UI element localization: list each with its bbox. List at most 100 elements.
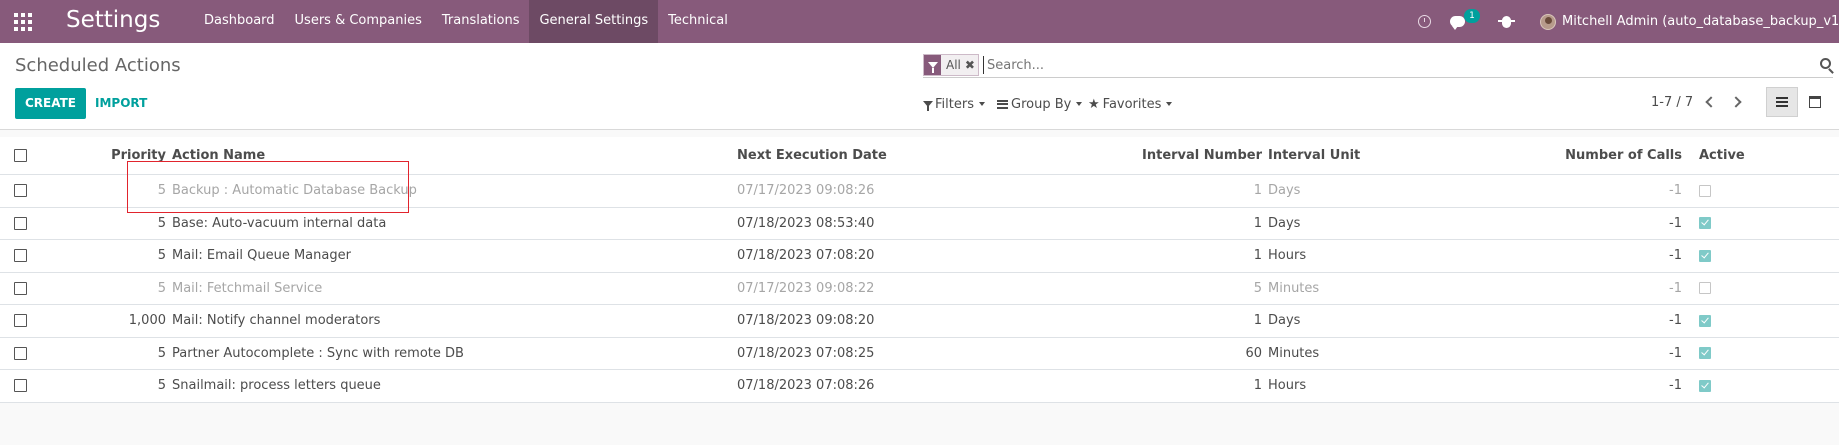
table-row[interactable]: 5 Mail: Email Queue Manager 07/18/2023 07:… — [0, 240, 1839, 273]
caret-down-icon — [978, 102, 985, 106]
cell-interval-number: 5 — [1253, 280, 1262, 296]
cell-next-execution-date: 07/18/2023 07:08:25 — [737, 345, 875, 361]
cell-priority: 5 — [157, 280, 166, 296]
table-row[interactable]: 5 Snailmail: process letters queue 07/18/2… — [0, 370, 1839, 403]
filters-dropdown[interactable]: Filters — [923, 95, 985, 113]
user-name: Mitchell Admin (auto_database_backup_v12… — [1562, 14, 1839, 29]
menu-item-dashboard[interactable]: Dashboard — [194, 0, 285, 43]
cell-action-name: Mail: Fetchmail Service — [172, 280, 323, 296]
cell-action-name: Mail: Email Queue Manager — [172, 248, 351, 264]
breadcrumb-title: Scheduled Actions — [15, 55, 181, 76]
active-checkbox — [1699, 217, 1711, 230]
cell-interval-number: 1 — [1253, 183, 1262, 199]
star-icon: ★ — [1088, 96, 1100, 112]
row-checkbox[interactable] — [14, 216, 27, 230]
active-checkbox — [1699, 347, 1711, 360]
row-select-cell — [14, 305, 27, 337]
cell-active — [1699, 175, 1711, 207]
active-checkbox — [1699, 184, 1711, 197]
annotation-highlight-box — [127, 161, 409, 213]
active-checkbox — [1699, 379, 1711, 392]
cell-action-name: Mail: Notify channel moderators — [172, 313, 381, 329]
cell-interval-unit: Minutes — [1268, 280, 1320, 296]
cell-next-execution-date: 07/18/2023 07:08:26 — [737, 378, 875, 394]
cell-action-name: Snailmail: process letters queue — [172, 378, 381, 394]
cell-number-of-calls: -1 — [1669, 215, 1682, 231]
chevron-right-icon[interactable] — [1730, 96, 1742, 108]
chevron-left-icon[interactable] — [1705, 96, 1717, 108]
table-row[interactable]: 5 Partner Autocomplete : Sync with remote… — [0, 337, 1839, 370]
debug-bug-icon[interactable] — [1498, 0, 1515, 43]
menu-item-translations[interactable]: Translations — [432, 0, 530, 43]
active-checkbox — [1699, 314, 1711, 327]
chat-counter-badge: 1 — [1464, 9, 1480, 23]
cell-number-of-calls: -1 — [1669, 280, 1682, 296]
row-checkbox[interactable] — [14, 281, 27, 295]
menu-item-technical[interactable]: Technical — [658, 0, 738, 43]
cell-active — [1699, 305, 1711, 337]
user-avatar — [1540, 13, 1556, 30]
messaging-chat-icon[interactable] — [1450, 0, 1465, 43]
filters-label: Filters — [935, 96, 974, 112]
cell-interval-unit: Minutes — [1268, 345, 1320, 361]
filter-facet-icon — [924, 55, 941, 75]
facet-value: All — [946, 58, 961, 72]
calendar-icon — [1809, 96, 1821, 108]
search-input[interactable] — [983, 56, 1763, 74]
groupby-dropdown[interactable]: Group By — [997, 95, 1083, 113]
list-icon — [1776, 97, 1788, 107]
row-checkbox[interactable] — [14, 314, 27, 328]
cell-number-of-calls: -1 — [1669, 345, 1682, 361]
pager-value[interactable]: 1-7 / 7 — [1651, 95, 1693, 110]
table-row[interactable]: 5 Mail: Fetchmail Service 07/17/2023 09:08… — [0, 272, 1839, 305]
cell-next-execution-date: 07/17/2023 09:08:26 — [737, 183, 875, 199]
cell-interval-number: 1 — [1253, 378, 1262, 394]
row-checkbox[interactable] — [14, 379, 27, 393]
header-interval-unit[interactable]: Interval Unit — [1268, 137, 1360, 174]
table-row[interactable]: 1,000 Mail: Notify channel moderators 07/1… — [0, 305, 1839, 338]
row-checkbox[interactable] — [14, 184, 27, 198]
caret-down-icon — [1076, 102, 1083, 106]
cell-active — [1699, 240, 1711, 272]
row-checkbox[interactable] — [14, 346, 27, 360]
calendar-view-button[interactable] — [1799, 87, 1831, 117]
app-title[interactable]: Settings — [66, 7, 160, 33]
cell-interval-unit: Hours — [1268, 378, 1307, 394]
favorites-dropdown[interactable]: ★ Favorites — [1088, 95, 1173, 113]
cell-interval-unit: Days — [1268, 313, 1301, 329]
import-button[interactable]: IMPORT — [95, 88, 147, 119]
cell-priority: 5 — [157, 345, 166, 361]
cell-active — [1699, 338, 1711, 370]
activity-clock-icon[interactable] — [1418, 0, 1431, 43]
caret-down-icon — [1166, 102, 1173, 106]
cell-active — [1699, 273, 1711, 305]
top-navbar: Settings Dashboard Users & Companies Tra… — [0, 0, 1839, 43]
search-icon[interactable] — [1820, 58, 1831, 69]
row-select-cell — [14, 240, 27, 272]
menu-item-users-companies[interactable]: Users & Companies — [285, 0, 432, 43]
create-button[interactable]: CREATE — [15, 88, 86, 119]
select-all-cell — [14, 137, 27, 174]
active-checkbox — [1699, 282, 1711, 295]
user-menu[interactable]: Mitchell Admin (auto_database_backup_v12… — [1540, 0, 1839, 43]
cell-interval-number: 1 — [1253, 248, 1262, 264]
header-active[interactable]: Active — [1699, 137, 1745, 174]
header-interval-number[interactable]: Interval Number — [1000, 137, 1262, 174]
facet-remove-icon[interactable]: ✖ — [965, 55, 978, 75]
list-view-button[interactable] — [1766, 87, 1798, 117]
cell-number-of-calls: -1 — [1669, 183, 1682, 199]
search-bar: All ✖ — [923, 54, 1833, 78]
cell-number-of-calls: -1 — [1669, 248, 1682, 264]
apps-menu-icon[interactable] — [14, 13, 32, 31]
cell-priority: 5 — [157, 378, 166, 394]
cell-next-execution-date: 07/18/2023 08:53:40 — [737, 215, 875, 231]
cell-active — [1699, 370, 1711, 402]
menu-item-general-settings[interactable]: General Settings — [529, 0, 659, 43]
row-checkbox[interactable] — [14, 249, 27, 263]
header-number-of-calls[interactable]: Number of Calls — [1450, 137, 1682, 174]
cell-next-execution-date: 07/18/2023 09:08:20 — [737, 313, 875, 329]
header-next-execution-date[interactable]: Next Execution Date — [737, 137, 887, 174]
bars-icon — [997, 99, 1008, 109]
cell-interval-unit: Days — [1268, 215, 1301, 231]
select-all-checkbox[interactable] — [14, 149, 27, 162]
